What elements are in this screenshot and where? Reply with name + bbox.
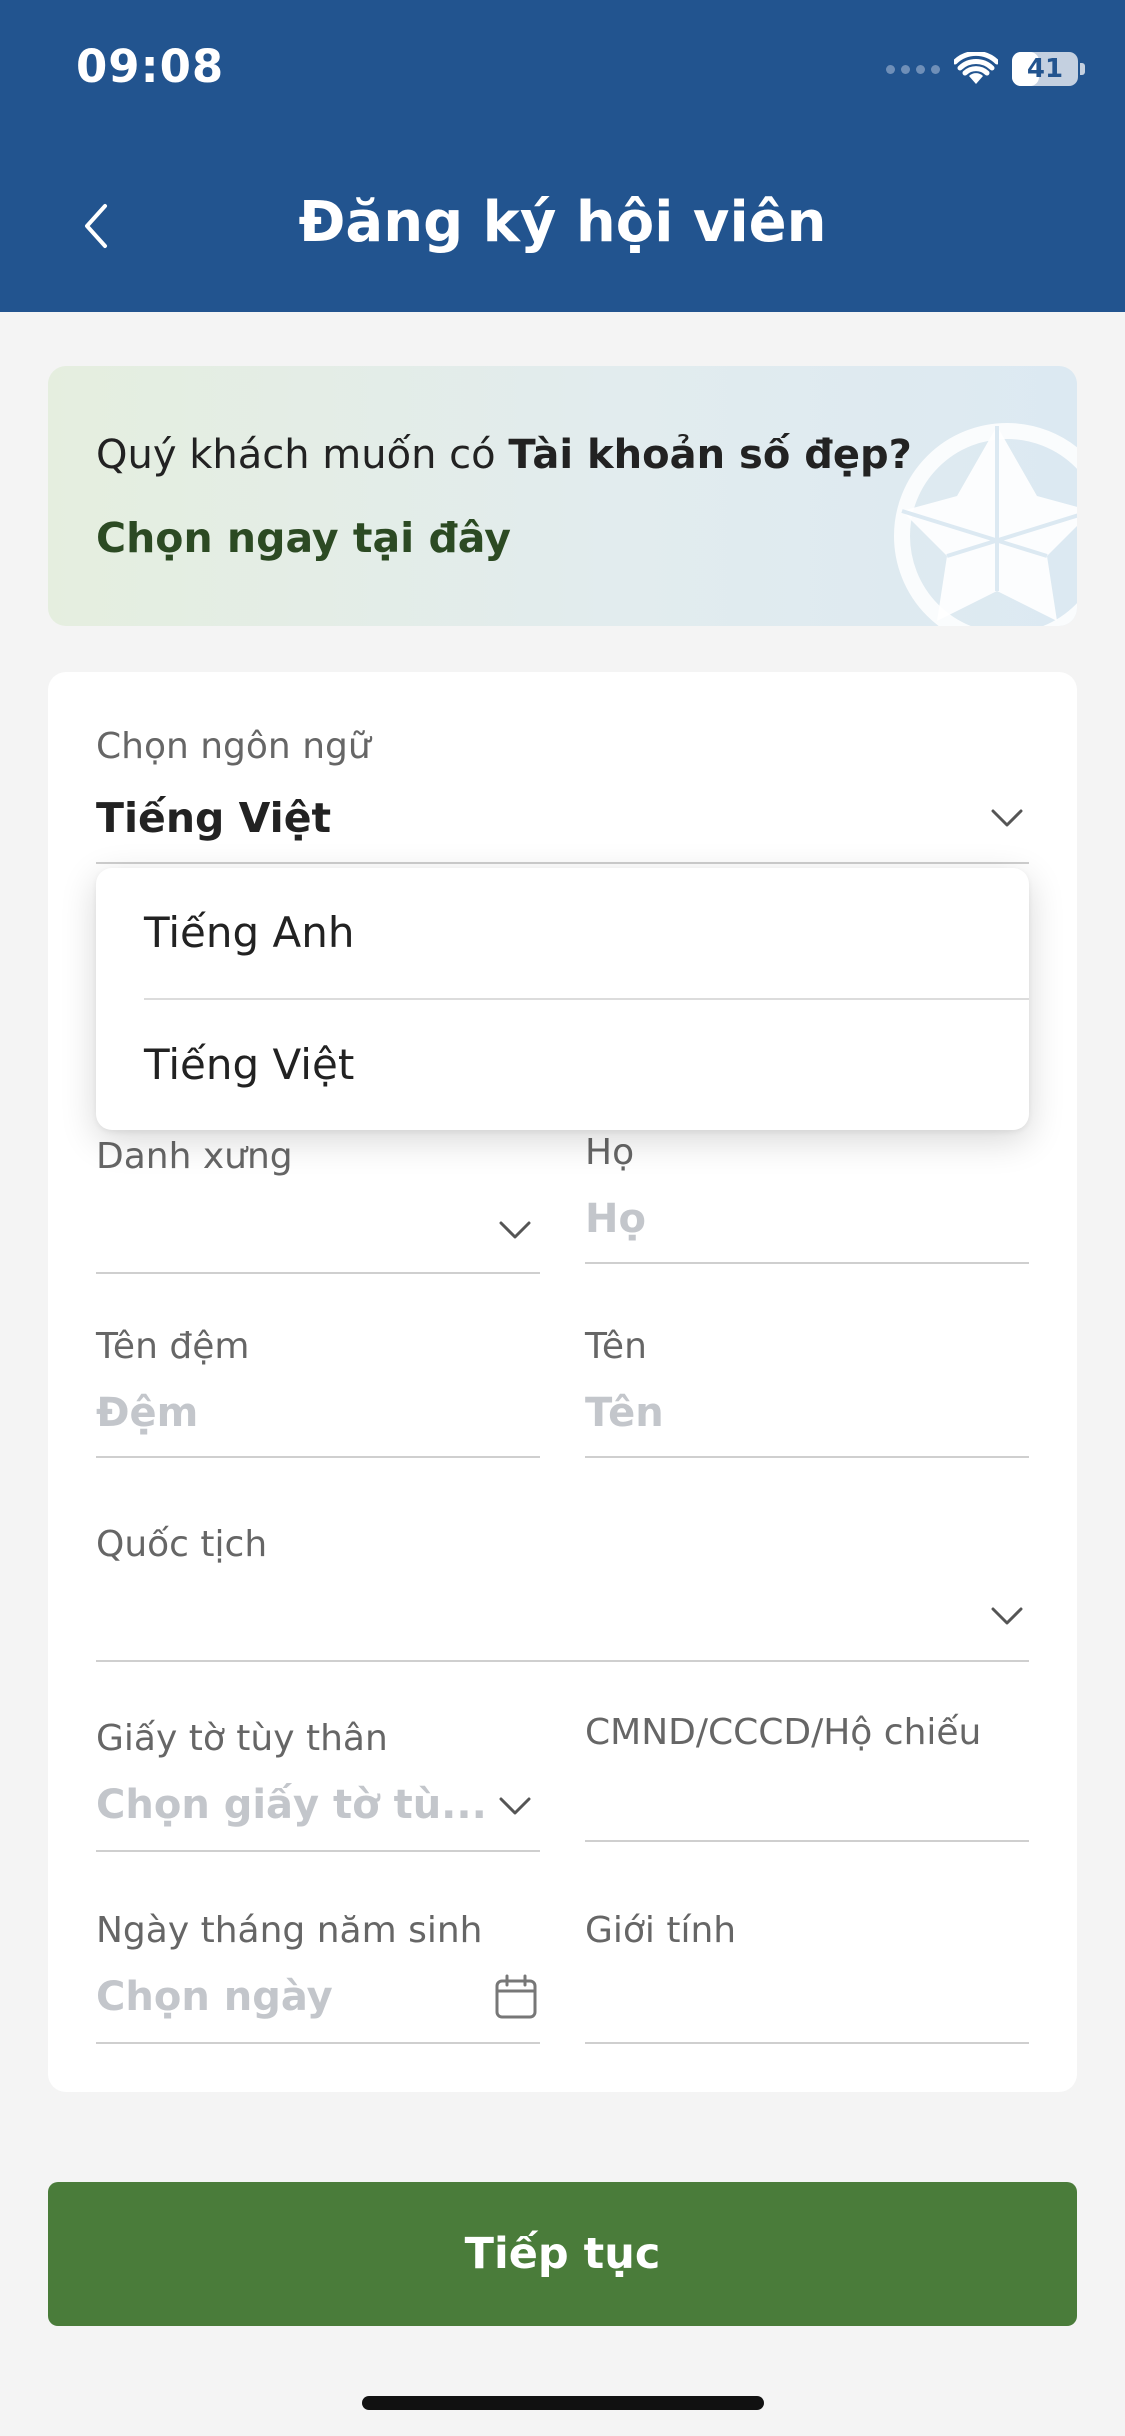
chevron-down-icon[interactable] xyxy=(498,1218,532,1242)
language-label: Chọn ngôn ngữ xyxy=(96,726,371,767)
middle-name-input[interactable]: Đệm xyxy=(96,1390,198,1436)
first-name-label: Tên xyxy=(585,1326,647,1367)
continue-button[interactable]: Tiếp tục xyxy=(48,2182,1077,2326)
nationality-label: Quốc tịch xyxy=(96,1524,268,1565)
middle-name-underline xyxy=(96,1456,540,1458)
chevron-down-icon[interactable] xyxy=(990,1604,1024,1628)
middle-name-label: Tên đệm xyxy=(96,1326,250,1367)
title-select-underline[interactable] xyxy=(96,1272,540,1274)
first-name-input[interactable]: Tên xyxy=(585,1390,664,1436)
cellular-signal-icon xyxy=(886,64,940,74)
id-number-label: CMND/CCCD/Hộ chiếu xyxy=(585,1712,982,1753)
dob-label: Ngày tháng năm sinh xyxy=(96,1910,483,1951)
wifi-icon xyxy=(954,52,998,84)
language-select-value[interactable]: Tiếng Việt xyxy=(96,794,331,842)
gender-select[interactable] xyxy=(585,2042,1029,2044)
promo-text-prefix: Quý khách muốn có xyxy=(96,432,509,478)
last-name-label: Họ xyxy=(585,1132,635,1173)
home-indicator xyxy=(362,2396,764,2410)
chevron-down-icon[interactable] xyxy=(498,1794,532,1818)
calendar-icon[interactable] xyxy=(494,1974,538,2020)
battery-icon: 41 xyxy=(1012,52,1078,86)
id-type-underline xyxy=(96,1850,540,1852)
battery-cap xyxy=(1080,63,1085,75)
gender-label: Giới tính xyxy=(585,1910,737,1951)
promo-banner[interactable]: Quý khách muốn có Tài khoản số đẹp? Chọn… xyxy=(48,366,1077,626)
promo-link[interactable]: Chọn ngay tại đây xyxy=(96,514,511,562)
last-name-underline xyxy=(585,1262,1029,1264)
id-number-input[interactable] xyxy=(585,1840,1029,1842)
status-icons: 41 xyxy=(886,44,1085,94)
battery-level: 41 xyxy=(1026,54,1064,84)
star-logo-icon xyxy=(894,423,1077,626)
dob-input[interactable]: Chọn ngày xyxy=(96,1974,333,2020)
first-name-underline xyxy=(585,1456,1029,1458)
id-type-label: Giấy tờ tùy thân xyxy=(96,1718,388,1759)
chevron-down-icon[interactable] xyxy=(990,806,1024,830)
promo-text-bold: Tài khoản số đẹp? xyxy=(508,432,912,478)
last-name-input[interactable]: Họ xyxy=(585,1196,646,1242)
dropdown-option-english[interactable]: Tiếng Anh xyxy=(144,908,354,957)
language-underline xyxy=(96,862,1029,864)
page-title: Đăng ký hội viên xyxy=(298,190,827,255)
title-label: Danh xưng xyxy=(96,1136,293,1177)
dob-underline xyxy=(96,2042,540,2044)
language-dropdown-menu: Tiếng Anh Tiếng Việt xyxy=(96,868,1029,1130)
status-time: 09:08 xyxy=(76,40,225,93)
id-type-select[interactable]: Chọn giấy tờ tù... xyxy=(96,1782,487,1828)
promo-text: Quý khách muốn có Tài khoản số đẹp? xyxy=(96,432,912,478)
nationality-select-underline[interactable] xyxy=(96,1660,1029,1662)
app-header: 09:08 41 Đăng ký hội viên xyxy=(0,0,1125,312)
dropdown-option-vietnamese[interactable]: Tiếng Việt xyxy=(144,1040,354,1089)
dropdown-divider xyxy=(144,998,1029,1000)
